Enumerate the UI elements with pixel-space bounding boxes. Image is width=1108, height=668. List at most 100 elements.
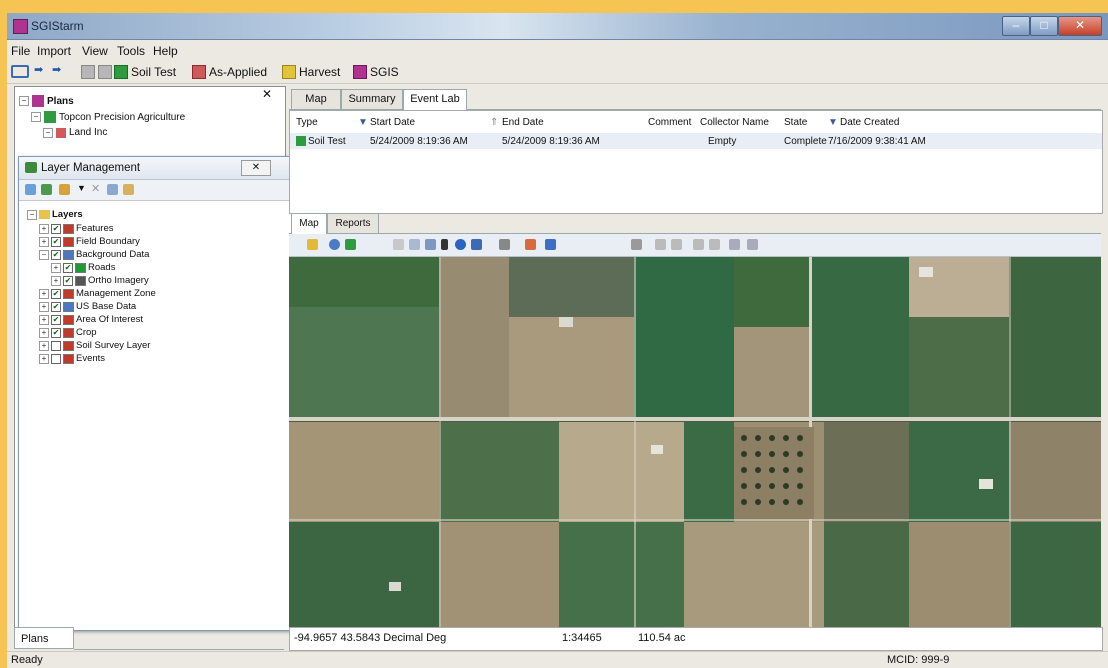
- tree-node-company[interactable]: − Topcon Precision Agriculture: [31, 111, 185, 123]
- frame-icon[interactable]: [545, 239, 556, 250]
- zoom-icon[interactable]: [409, 239, 420, 250]
- tab-map[interactable]: Map: [291, 89, 341, 109]
- tree-node-plans[interactable]: − Plans: [19, 95, 74, 107]
- edit-icon[interactable]: [631, 239, 642, 250]
- soil-test-button[interactable]: Soil Test: [114, 65, 176, 79]
- paste-icon[interactable]: [747, 239, 758, 250]
- layer-checkbox[interactable]: ✔: [51, 327, 61, 338]
- draw-icon[interactable]: [499, 239, 510, 250]
- layer-row[interactable]: + ✔ Field Boundary: [39, 236, 140, 247]
- layer-checkbox[interactable]: [51, 340, 61, 351]
- properties-icon[interactable]: [107, 184, 118, 195]
- layer-checkbox[interactable]: ✔: [51, 236, 61, 247]
- column-header[interactable]: Type: [296, 117, 318, 128]
- tab-event-lab[interactable]: Event Lab: [403, 89, 467, 110]
- menu-view[interactable]: View: [82, 44, 108, 58]
- sort-icon[interactable]: ⇑: [490, 117, 498, 128]
- event-grid: Type ▼ Start Date ⇑ End Date Comment Col…: [289, 110, 1103, 214]
- column-header[interactable]: Comment: [648, 117, 691, 128]
- close-panel-icon[interactable]: ✕: [262, 87, 272, 101]
- layer-checkbox[interactable]: ✔: [51, 314, 61, 325]
- undo-icon[interactable]: [693, 239, 704, 250]
- arrow-left-icon[interactable]: [345, 239, 356, 250]
- column-header[interactable]: Date Created: [840, 117, 899, 128]
- close-layer-window-button[interactable]: ✕: [241, 160, 271, 176]
- layer-add-icon[interactable]: [307, 239, 318, 250]
- print-icon[interactable]: [98, 65, 112, 79]
- filter-icon[interactable]: ▼: [358, 117, 368, 128]
- info-icon[interactable]: [455, 239, 466, 250]
- sgis-button[interactable]: SGIS: [353, 65, 399, 79]
- pan-icon[interactable]: [393, 239, 404, 250]
- tree-node-land[interactable]: − Land Inc: [43, 127, 107, 138]
- tab-map-view[interactable]: Map: [291, 213, 327, 234]
- legend-icon[interactable]: [123, 184, 134, 195]
- collapse-icon[interactable]: −: [43, 127, 53, 138]
- layer-row[interactable]: + ✔ US Base Data: [39, 301, 136, 312]
- column-header[interactable]: End Date: [502, 117, 544, 128]
- layer-checkbox[interactable]: ✔: [51, 249, 61, 260]
- window-icon[interactable]: [11, 65, 29, 78]
- globe-icon[interactable]: [329, 239, 340, 250]
- back-arrow-icon[interactable]: ➡: [34, 63, 46, 76]
- as-applied-button[interactable]: As-Applied: [192, 65, 267, 79]
- tab-summary[interactable]: Summary: [341, 89, 403, 109]
- layer-swatch: [75, 262, 86, 273]
- minimize-button[interactable]: –: [1002, 16, 1030, 36]
- column-header[interactable]: Collector Name: [700, 117, 769, 128]
- layers-root[interactable]: − Layers: [27, 209, 83, 220]
- collapse-icon[interactable]: −: [31, 112, 41, 122]
- redo-icon[interactable]: [709, 239, 720, 250]
- tab-plans[interactable]: Plans: [14, 627, 74, 649]
- layer-checkbox[interactable]: [51, 353, 61, 364]
- column-header[interactable]: State: [784, 117, 807, 128]
- collapse-icon[interactable]: −: [27, 209, 37, 220]
- zoom-extent-icon[interactable]: [425, 239, 436, 250]
- scissors-icon[interactable]: [671, 239, 682, 250]
- scale-readout: 1:34465: [562, 632, 602, 644]
- layer-row[interactable]: + Soil Survey Layer: [39, 340, 150, 351]
- layer-checkbox[interactable]: ✔: [51, 288, 61, 299]
- close-button[interactable]: ✕: [1058, 16, 1102, 36]
- table-row[interactable]: Soil Test 5/24/2009 8:19:36 AM 5/24/2009…: [290, 133, 1102, 149]
- collapse-icon[interactable]: −: [19, 96, 29, 106]
- menu-tools[interactable]: Tools: [117, 44, 145, 58]
- layer-checkbox[interactable]: ✔: [51, 301, 61, 312]
- layer-swatch: [63, 288, 74, 299]
- menu-import[interactable]: Import: [37, 44, 71, 58]
- column-header[interactable]: Start Date: [370, 117, 415, 128]
- forward-arrow-icon[interactable]: ➡: [52, 63, 64, 76]
- maximize-button[interactable]: □: [1030, 16, 1058, 36]
- measure-icon[interactable]: [471, 239, 482, 250]
- layer-row[interactable]: − ✔ Background Data: [39, 249, 149, 260]
- add-group-icon[interactable]: [41, 184, 52, 195]
- layer-row[interactable]: + ✔ Features: [39, 223, 114, 234]
- layer-checkbox[interactable]: ✔: [63, 262, 73, 273]
- layer-row[interactable]: + Events: [39, 353, 105, 364]
- menu-help[interactable]: Help: [153, 44, 178, 58]
- layer-row[interactable]: + ✔ Area Of Interest: [39, 314, 143, 325]
- layer-row[interactable]: + ✔ Crop: [39, 327, 97, 338]
- harvest-button[interactable]: Harvest: [282, 65, 340, 79]
- check-icon[interactable]: [655, 239, 666, 250]
- remove-icon[interactable]: ✕: [91, 182, 100, 195]
- layer-swatch: [63, 249, 74, 260]
- select-icon[interactable]: [441, 239, 448, 250]
- filter-icon[interactable]: ▼: [828, 117, 838, 128]
- land-icon: [56, 127, 66, 138]
- highlight-icon[interactable]: [525, 239, 536, 250]
- dropdown-icon[interactable]: ▼: [77, 183, 86, 193]
- app-icon: [13, 19, 28, 34]
- style-icon[interactable]: [59, 184, 70, 195]
- layer-checkbox[interactable]: ✔: [63, 275, 73, 286]
- layer-row[interactable]: + ✔ Ortho Imagery: [51, 275, 149, 286]
- layer-checkbox[interactable]: ✔: [51, 223, 61, 234]
- menu-file[interactable]: File: [11, 44, 30, 58]
- copy-icon[interactable]: [729, 239, 740, 250]
- layer-row[interactable]: + ✔ Roads: [51, 262, 115, 273]
- add-layer-icon[interactable]: [25, 184, 36, 195]
- tab-reports[interactable]: Reports: [327, 213, 379, 233]
- save-icon[interactable]: [81, 65, 95, 79]
- layer-row[interactable]: + ✔ Management Zone: [39, 288, 156, 299]
- map-canvas[interactable]: [289, 257, 1101, 627]
